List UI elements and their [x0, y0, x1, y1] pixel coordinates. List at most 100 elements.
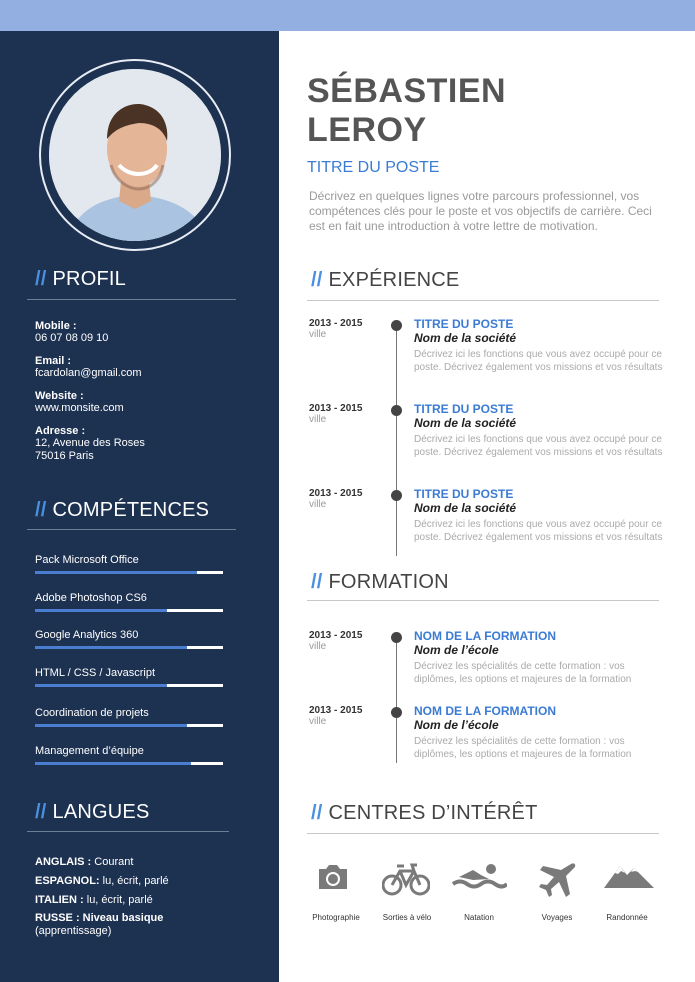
address-line-2: 75016 Paris — [35, 450, 94, 462]
languages-divider — [27, 831, 229, 832]
address-label: Adresse : — [35, 425, 86, 437]
entry-city: ville — [309, 499, 327, 510]
entry-job-title: TITRE DU POSTE — [414, 402, 514, 416]
skill-bar-fill — [35, 609, 167, 612]
interest-label: Natation — [464, 913, 494, 922]
first-name: SÉBASTIEN — [307, 72, 507, 110]
languages-title-text: LANGUES — [52, 801, 150, 823]
job-title: TITRE DU POSTE — [307, 159, 440, 176]
education-title-text: FORMATION — [328, 571, 449, 593]
timeline-dot — [391, 632, 402, 643]
skills-title-text: COMPÉTENCES — [52, 499, 210, 521]
language-name: ANGLAIS : — [35, 856, 92, 868]
entry-degree-title: NOM DE LA FORMATION — [414, 704, 556, 718]
entry-description: Décrivez ici les fonctions que vous avez… — [414, 434, 663, 458]
entry-dates: 2013 - 2015 — [309, 403, 363, 414]
skill-bar-fill — [35, 646, 188, 649]
email-value[interactable]: fcardolan@gmail.com — [35, 367, 142, 380]
timeline-dot — [391, 707, 402, 718]
intro-paragraph: Décrivez en quelques lignes votre parcou… — [309, 189, 652, 233]
swimmer-icon — [444, 862, 514, 892]
language-item: RUSSE : Niveau basique — [35, 912, 163, 925]
entry-description: Décrivez ici les fonctions que vous avez… — [414, 349, 663, 373]
interests-divider — [307, 833, 659, 834]
skills-divider — [27, 529, 236, 530]
language-level: (apprentissage) — [35, 925, 112, 937]
mobile-label: Mobile : — [35, 320, 77, 332]
skill-name: Management d’équipe — [35, 745, 144, 757]
education-timeline-line — [396, 635, 397, 763]
entry-company: Nom de la société — [414, 416, 517, 430]
language-level: lu, écrit, parlé — [99, 875, 169, 887]
entry-description: Décrivez les spécialités de cette format… — [414, 661, 632, 685]
section-slash: // — [311, 269, 323, 291]
section-slash: // — [311, 571, 323, 593]
language-name: ITALIEN : — [35, 894, 84, 906]
skill-bar — [35, 609, 223, 612]
profile-title-text: PROFIL — [52, 268, 126, 290]
skills-section-title: //COMPÉTENCES — [35, 499, 209, 522]
skill-name: Google Analytics 360 — [35, 629, 139, 641]
interests-title-text: CENTRES D’INTÉRÊT — [328, 802, 538, 824]
section-slash: // — [311, 802, 323, 824]
language-name: RUSSE : Niveau basique — [35, 912, 164, 924]
entry-job-title: TITRE DU POSTE — [414, 487, 514, 501]
profile-photo-frame — [39, 59, 231, 251]
experience-timeline-line — [396, 324, 397, 556]
entry-school: Nom de l’école — [414, 718, 499, 732]
address-line-1: 12, Avenue des Roses — [35, 437, 145, 449]
skill-name: Adobe Photoshop CS6 — [35, 592, 147, 604]
skill-bar — [35, 684, 223, 687]
skill-name: Pack Microsoft Office — [35, 554, 139, 566]
sidebar: //PROFIL Mobile : 06 07 08 09 10 Email :… — [0, 31, 279, 982]
top-accent-strip — [0, 0, 695, 31]
entry-city: ville — [309, 329, 327, 340]
skill-bar — [35, 762, 223, 765]
languages-section-title: //LANGUES — [35, 801, 150, 824]
section-slash: // — [35, 268, 47, 290]
email-label: Email : — [35, 355, 72, 367]
entry-description: Décrivez ici les fonctions que vous avez… — [414, 519, 663, 543]
entry-city: ville — [309, 414, 327, 425]
skill-bar-fill — [35, 684, 167, 687]
last-name: LEROY — [307, 111, 427, 149]
mobile-value: 06 07 08 09 10 — [35, 332, 109, 344]
skill-bar-fill — [35, 762, 192, 765]
camera-icon — [298, 862, 368, 892]
language-item: ITALIEN : lu, écrit, parlé — [35, 894, 153, 907]
airplane-icon — [522, 862, 592, 900]
entry-dates: 2013 - 2015 — [309, 630, 363, 641]
entry-dates: 2013 - 2015 — [309, 705, 363, 716]
bicycle-icon — [371, 862, 441, 896]
skill-name: HTML / CSS / Javascript — [35, 667, 156, 679]
entry-degree-title: NOM DE LA FORMATION — [414, 629, 556, 643]
experience-title-text: EXPÉRIENCE — [328, 269, 460, 291]
candidate-name: SÉBASTIEN LEROY — [307, 72, 506, 150]
skill-bar-fill — [35, 571, 197, 574]
entry-company: Nom de la société — [414, 331, 517, 345]
profile-divider — [27, 299, 236, 300]
profile-section-title: //PROFIL — [35, 268, 126, 291]
skill-bar — [35, 646, 223, 649]
website-value[interactable]: www.monsite.com — [35, 402, 124, 415]
entry-city: ville — [309, 716, 327, 727]
education-divider — [307, 600, 659, 601]
entry-job-title: TITRE DU POSTE — [414, 317, 514, 331]
entry-city: ville — [309, 641, 327, 652]
skill-bar — [35, 571, 223, 574]
entry-company: Nom de la société — [414, 501, 517, 515]
language-level: lu, écrit, parlé — [83, 894, 153, 906]
language-item: ANGLAIS : Courant — [35, 856, 133, 869]
language-name: ESPAGNOL: — [35, 875, 100, 887]
timeline-dot — [391, 405, 402, 416]
language-level: Courant — [91, 856, 134, 868]
skill-bar — [35, 724, 223, 727]
mountain-icon — [594, 862, 664, 890]
website-label: Website : — [35, 390, 84, 402]
interest-label: Randonnée — [606, 913, 648, 922]
language-item: ESPAGNOL: lu, écrit, parlé — [35, 875, 169, 888]
experience-section-title: //EXPÉRIENCE — [311, 269, 459, 292]
skill-name: Coordination de projets — [35, 707, 149, 719]
education-section-title: //FORMATION — [311, 571, 449, 594]
section-slash: // — [35, 801, 47, 823]
